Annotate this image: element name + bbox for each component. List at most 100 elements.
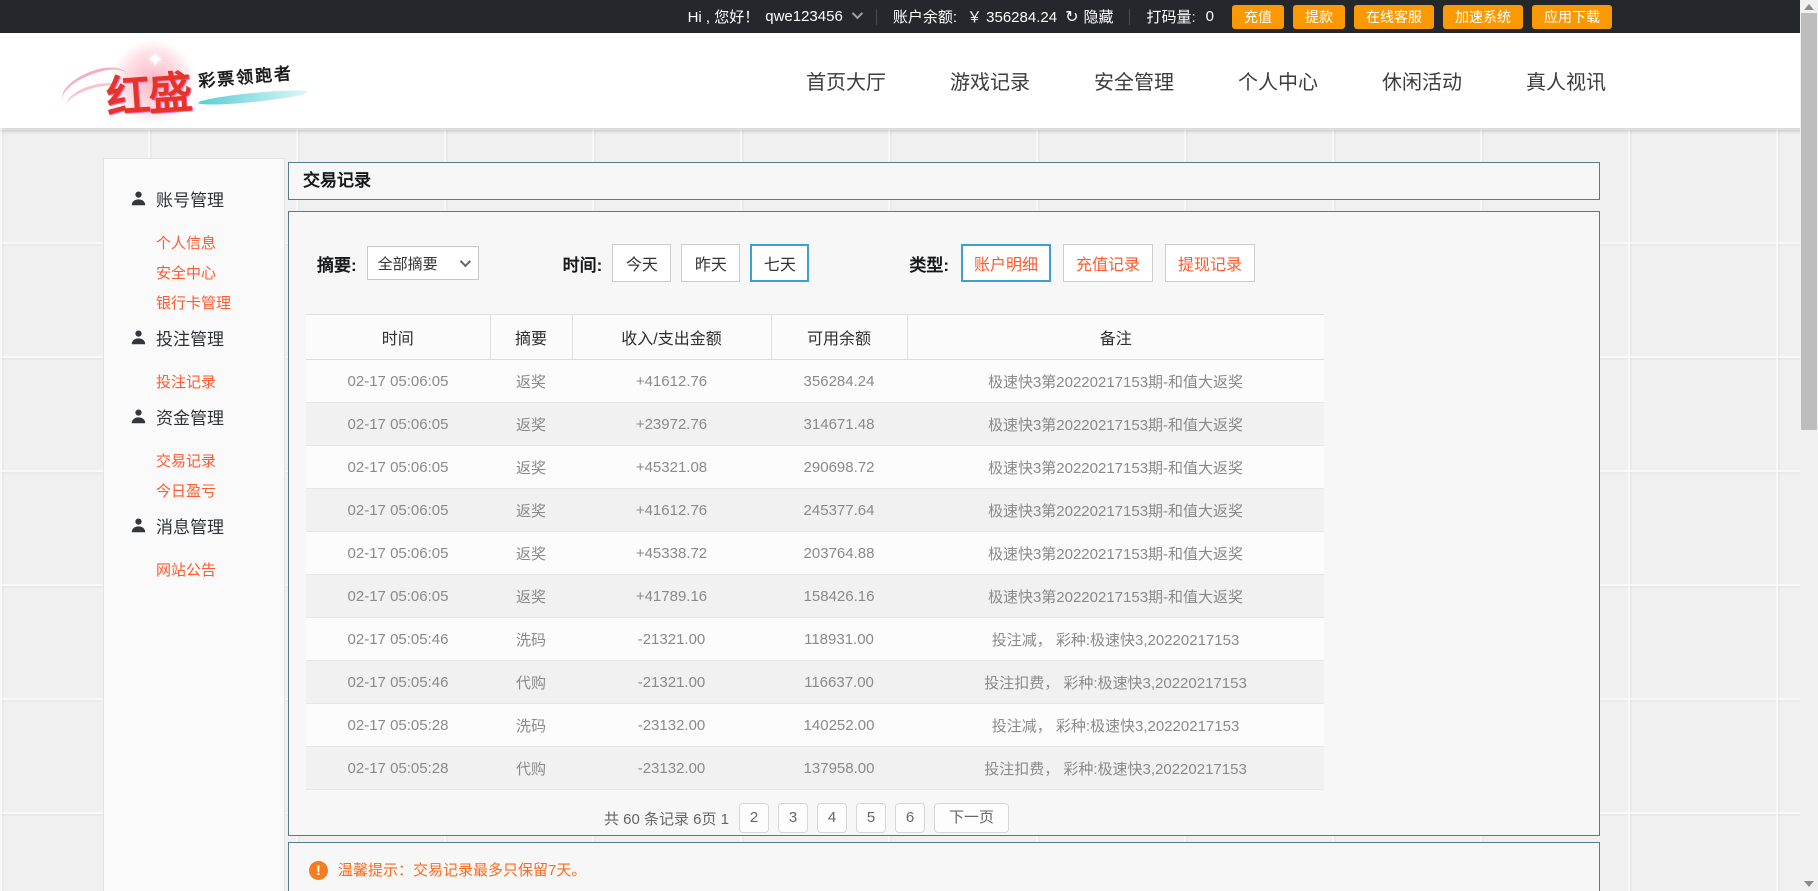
table-row: 02-17 05:06:05 返奖 +45338.72 203764.88 极速快3第2… bbox=[306, 531, 1324, 575]
sidebar-group-label: 投注管理 bbox=[156, 329, 224, 349]
sidebar-link[interactable]: 今日盈亏 bbox=[104, 475, 284, 505]
table-cell: 投注减， 彩种:极速快3,20220217153 bbox=[907, 617, 1324, 661]
summary-select[interactable]: 全部摘要 bbox=[366, 246, 479, 280]
person-icon bbox=[130, 408, 156, 425]
type-option-button[interactable]: 充值记录 bbox=[1063, 244, 1154, 282]
user-greeting: Hi , 您好！ bbox=[687, 9, 760, 26]
table-row: 02-17 05:05:28 代购 -23132.00 137958.00 投注扣费， … bbox=[306, 746, 1324, 790]
person-icon bbox=[130, 329, 156, 346]
person-icon bbox=[130, 517, 156, 534]
sidebar-group-header[interactable]: 账号管理 bbox=[104, 182, 284, 214]
sidebar-link[interactable]: 银行卡管理 bbox=[104, 287, 284, 317]
table-cell: 极速快3第20220217153期-和值大返奖 bbox=[907, 402, 1324, 446]
user-menu[interactable]: Hi , 您好！ qwe123456 bbox=[687, 6, 863, 27]
table-cell: -21321.00 bbox=[572, 660, 771, 704]
refresh-icon[interactable]: ↻ bbox=[1065, 7, 1078, 27]
table-cell: 245377.64 bbox=[771, 488, 907, 532]
sidebar-group-header[interactable]: 消息管理 bbox=[104, 509, 284, 541]
table-cell: 137958.00 bbox=[771, 746, 907, 790]
sidebar-link[interactable]: 网站公告 bbox=[104, 554, 284, 584]
page-button[interactable]: 3 bbox=[778, 803, 809, 833]
table-header-cell: 摘要 bbox=[490, 314, 573, 360]
logo-text: 红盛 bbox=[104, 67, 192, 124]
scrollbar[interactable] bbox=[1800, 0, 1818, 891]
topbar-button[interactable]: 充值 bbox=[1232, 4, 1284, 29]
table-header-cell: 时间 bbox=[306, 314, 491, 360]
table-cell: 投注扣费， 彩种:极速快3,20220217153 bbox=[907, 746, 1324, 790]
topbar-button[interactable]: 应用下载 bbox=[1532, 4, 1612, 29]
time-filter-label: 时间: bbox=[562, 255, 603, 275]
content-area: 账号管理 个人信息 安全中心 银行卡管理 投注管理 投注记录 资金管理 交易记录 今日盈亏 消息管… bbox=[0, 128, 1818, 891]
site-logo[interactable]: ✦ 红盛 彩票领跑者 bbox=[56, 39, 309, 125]
pagination-summary: 共 60 条记录 6页 1 bbox=[603, 810, 730, 828]
table-cell: 02-17 05:05:28 bbox=[306, 703, 490, 747]
divider bbox=[1129, 8, 1131, 25]
scrollbar-thumb[interactable] bbox=[1801, 13, 1817, 430]
nav-item[interactable]: 休闲活动 bbox=[1382, 66, 1462, 95]
table-cell: 203764.88 bbox=[771, 531, 907, 575]
table-header-cell: 备注 bbox=[907, 314, 1324, 360]
table-cell: 158426.16 bbox=[771, 574, 907, 618]
table-cell: 极速快3第20220217153期-和值大返奖 bbox=[907, 531, 1324, 575]
nav-item[interactable]: 个人中心 bbox=[1238, 66, 1318, 95]
table-cell: 118931.00 bbox=[771, 617, 907, 661]
page-title: 交易记录 bbox=[288, 162, 1600, 200]
nav-item[interactable]: 游戏记录 bbox=[950, 66, 1030, 95]
table-cell: -23132.00 bbox=[572, 746, 771, 790]
page-button[interactable]: 2 bbox=[739, 803, 770, 833]
table-cell: -21321.00 bbox=[572, 617, 771, 661]
notice-panel: ! 温馨提示：交易记录最多只保留7天。 bbox=[288, 842, 1600, 891]
sidebar-link[interactable]: 交易记录 bbox=[104, 445, 284, 475]
hide-balance-link[interactable]: 隐藏 bbox=[1083, 6, 1113, 27]
sidebar-group: 账号管理个人信息 安全中心 银行卡管理 bbox=[104, 182, 284, 317]
page-button[interactable]: 6 bbox=[895, 803, 926, 833]
topbar-button[interactable]: 加速系统 bbox=[1443, 4, 1523, 29]
table-cell: 02-17 05:06:05 bbox=[306, 445, 490, 489]
sidebar-group: 资金管理交易记录 今日盈亏 bbox=[104, 400, 284, 505]
table-cell: +45321.08 bbox=[572, 445, 771, 489]
table-row: 02-17 05:06:05 返奖 +41612.76 245377.64 极速快3第2… bbox=[306, 488, 1324, 532]
next-page-button[interactable]: 下一页 bbox=[934, 803, 1010, 833]
table-cell: 返奖 bbox=[490, 488, 572, 532]
page-button[interactable]: 5 bbox=[856, 803, 887, 833]
table-cell: 极速快3第20220217153期-和值大返奖 bbox=[907, 359, 1324, 403]
pagination: 共 60 条记录 6页 1 23456 下一页 bbox=[289, 803, 1324, 833]
topbar: Hi , 您好！ qwe123456 账户余额: ￥ 356284.24 ↻ 隐… bbox=[0, 0, 1818, 33]
table-cell: 02-17 05:06:05 bbox=[306, 402, 490, 446]
time-option-button[interactable]: 七天 bbox=[750, 244, 810, 282]
table-cell: +45338.72 bbox=[572, 531, 771, 575]
sidebar-group-label: 资金管理 bbox=[156, 408, 224, 428]
sidebar-group-header[interactable]: 投注管理 bbox=[104, 321, 284, 353]
type-option-button[interactable]: 提现记录 bbox=[1165, 244, 1256, 282]
sidebar-link[interactable]: 投注记录 bbox=[104, 366, 284, 396]
scroll-up-arrow-icon[interactable] bbox=[1804, 4, 1814, 10]
scroll-down-arrow-icon[interactable] bbox=[1804, 881, 1814, 887]
table-cell: 314671.48 bbox=[771, 402, 907, 446]
table-header-row: 时间 摘要 收入/支出金额 可用余额 备注 bbox=[306, 314, 1324, 360]
table-cell: 290698.72 bbox=[771, 445, 907, 489]
table-cell: 洗码 bbox=[490, 703, 572, 747]
main-nav: 首页大厅 游戏记录 安全管理 个人中心 休闲活动 真人视讯 bbox=[806, 33, 1606, 128]
topbar-button[interactable]: 提款 bbox=[1293, 4, 1345, 29]
username: qwe123456 bbox=[765, 8, 843, 25]
sidebar-group-header[interactable]: 资金管理 bbox=[104, 400, 284, 432]
sidebar-group-label: 消息管理 bbox=[156, 517, 224, 537]
site-header: ✦ 红盛 彩票领跑者 首页大厅 游戏记录 安全管理 个人中心 休闲活动 真人视讯 bbox=[0, 33, 1818, 128]
nav-item[interactable]: 安全管理 bbox=[1094, 66, 1174, 95]
topbar-button[interactable]: 在线客服 bbox=[1354, 4, 1434, 29]
time-option-button[interactable]: 昨天 bbox=[681, 244, 741, 282]
table-header-cell: 收入/支出金额 bbox=[572, 314, 772, 360]
sidebar-link[interactable]: 安全中心 bbox=[104, 257, 284, 287]
table-row: 02-17 05:05:46 洗码 -21321.00 118931.00 投注减， 彩… bbox=[306, 617, 1324, 661]
logo-tagline: 彩票领跑者 bbox=[197, 63, 294, 92]
table-cell: 投注减， 彩种:极速快3,20220217153 bbox=[907, 703, 1324, 747]
nav-item[interactable]: 真人视讯 bbox=[1526, 66, 1606, 95]
sidebar-group: 消息管理网站公告 bbox=[104, 509, 284, 584]
page-button[interactable]: 4 bbox=[817, 803, 848, 833]
chevron-down-icon bbox=[851, 7, 863, 19]
type-option-button[interactable]: 账户明细 bbox=[961, 244, 1052, 282]
table-cell: +23972.76 bbox=[572, 402, 771, 446]
time-option-button[interactable]: 今天 bbox=[612, 244, 672, 282]
nav-item[interactable]: 首页大厅 bbox=[806, 66, 886, 95]
sidebar-link[interactable]: 个人信息 bbox=[104, 227, 284, 257]
